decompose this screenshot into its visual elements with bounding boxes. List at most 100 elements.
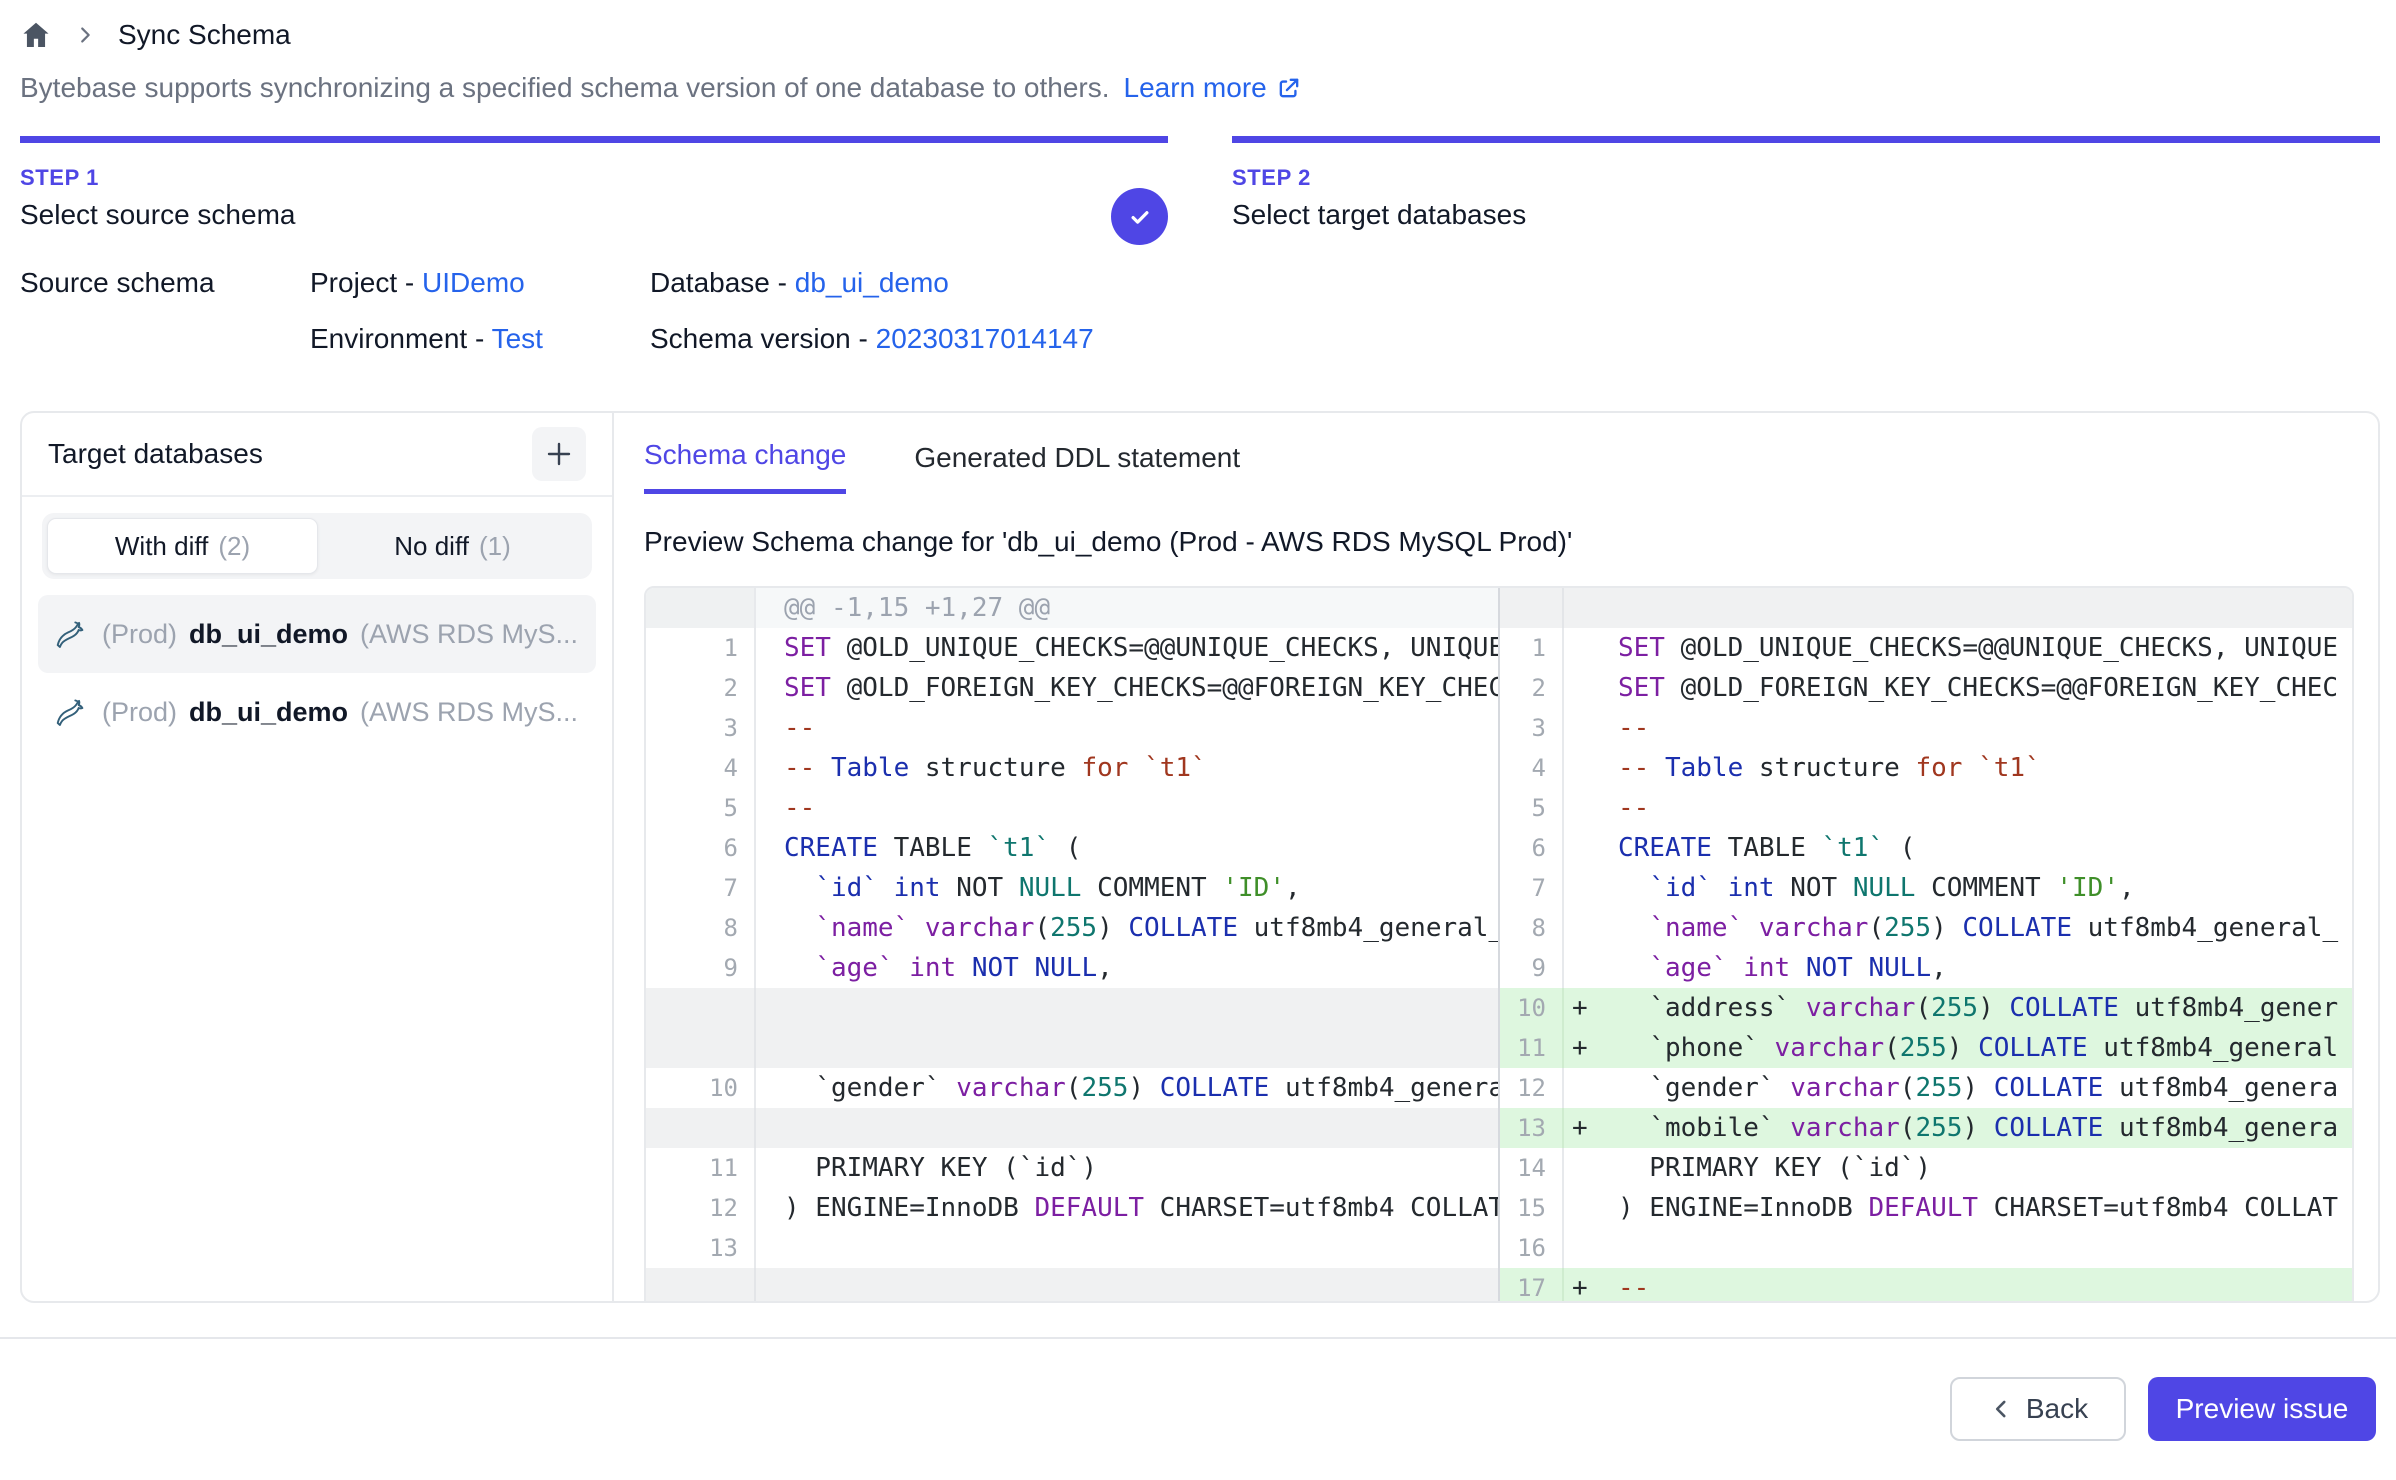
diff-code-row: 6CREATE TABLE `t1` ( <box>1500 828 2352 868</box>
diff-code-row: 8 `name` varchar(255) COLLATE utf8mb4_ge… <box>1500 908 2352 948</box>
breadcrumb: Sync Schema <box>20 12 2380 58</box>
step-2-title: Select target databases <box>1232 199 2380 231</box>
learn-more-link[interactable]: Learn more <box>1124 72 1303 104</box>
added-marker: + <box>1572 1108 1618 1148</box>
line-number: 17 <box>1500 1268 1564 1303</box>
code-line: `gender` varchar(255) COLLATE utf8mb4_ge… <box>1564 1068 2352 1108</box>
line-number: 3 <box>646 708 756 748</box>
line-number <box>646 1108 756 1148</box>
diff-placeholder-row <box>646 1028 1498 1068</box>
line-number <box>1500 588 1564 628</box>
preview-tabs: Schema change Generated DDL statement <box>644 439 2354 494</box>
line-number: 8 <box>646 908 756 948</box>
schema-diff-view: @@ -1,15 +1,27 @@1SET @OLD_UNIQUE_CHECKS… <box>644 586 2354 1303</box>
database-list: (Prod)db_ui_demo(AWS RDS MyS...(Prod)db_… <box>22 589 612 757</box>
diff-code-row: 7 `id` int NOT NULL COMMENT 'ID', <box>646 868 1498 908</box>
line-number <box>646 1028 756 1068</box>
tab-with-diff[interactable]: With diff(2) <box>47 518 318 574</box>
code-line <box>756 988 1498 1028</box>
tab-no-diff[interactable]: No diff(1) <box>318 518 587 574</box>
diff-code-row: 2SET @OLD_FOREIGN_KEY_CHECKS=@@FOREIGN_K… <box>1500 668 2352 708</box>
code-line: PRIMARY KEY (`id`) <box>1564 1148 2352 1188</box>
code-line: CREATE TABLE `t1` ( <box>756 828 1498 868</box>
line-number: 5 <box>1500 788 1564 828</box>
line-number: 13 <box>1500 1108 1564 1148</box>
line-number: 8 <box>1500 908 1564 948</box>
environment-link[interactable]: Test <box>492 323 543 354</box>
diff-code-row: 4-- Table structure for `t1` <box>646 748 1498 788</box>
source-schema-summary: Source schema Project - UIDemo Database … <box>20 267 2380 355</box>
stepper: STEP 1 Select source schema STEP 2 Selec… <box>20 136 2380 231</box>
database-link[interactable]: db_ui_demo <box>795 267 949 298</box>
code-line: CREATE TABLE `t1` ( <box>1564 828 2352 868</box>
sync-main-panel: Target databases With diff(2) No diff(1)… <box>20 411 2380 1303</box>
line-number: 1 <box>646 628 756 668</box>
database-name: db_ui_demo <box>189 697 348 728</box>
line-number: 5 <box>646 788 756 828</box>
code-line: + `phone` varchar(255) COLLATE utf8mb4_g… <box>1564 1028 2352 1068</box>
line-number: 16 <box>1500 1228 1564 1268</box>
schema-version-link[interactable]: 20230317014147 <box>876 323 1094 354</box>
diff-filter-tabs: With diff(2) No diff(1) <box>42 513 592 579</box>
description-text: Bytebase supports synchronizing a specif… <box>20 72 1110 104</box>
code-line <box>756 1108 1498 1148</box>
code-line: SET @OLD_UNIQUE_CHECKS=@@UNIQUE_CHECKS, … <box>756 628 1498 668</box>
home-icon[interactable] <box>20 19 52 51</box>
code-line: -- <box>756 708 1498 748</box>
line-number: 7 <box>1500 868 1564 908</box>
code-line: `gender` varchar(255) COLLATE utf8mb4_ge… <box>756 1068 1498 1108</box>
target-databases-panel: Target databases With diff(2) No diff(1)… <box>22 413 614 1301</box>
diff-added-row: 10+ `address` varchar(255) COLLATE utf8m… <box>1500 988 2352 1028</box>
line-number: 10 <box>646 1068 756 1108</box>
plus-icon <box>543 438 575 470</box>
back-button[interactable]: Back <box>1950 1377 2126 1441</box>
line-number: 10 <box>1500 988 1564 1028</box>
source-schema-label: Source schema <box>20 267 310 299</box>
line-number: 15 <box>1500 1188 1564 1228</box>
line-number: 12 <box>646 1188 756 1228</box>
preview-issue-button[interactable]: Preview issue <box>2148 1377 2376 1441</box>
code-line: SET @OLD_FOREIGN_KEY_CHECKS=@@FOREIGN_KE… <box>756 668 1498 708</box>
diff-added-row: 17+-- <box>1500 1268 2352 1303</box>
line-number: 6 <box>1500 828 1564 868</box>
line-number: 2 <box>1500 668 1564 708</box>
database-list-item[interactable]: (Prod) db_ui_demo (AWS RDS MyS... <box>38 673 596 751</box>
diff-code-row: 7 `id` int NOT NULL COMMENT 'ID', <box>1500 868 2352 908</box>
add-database-button[interactable] <box>532 427 586 481</box>
chevron-left-icon <box>1988 1396 2014 1422</box>
project-link[interactable]: UIDemo <box>422 267 525 298</box>
tab-generated-ddl-statement[interactable]: Generated DDL statement <box>914 439 1240 494</box>
line-number: 12 <box>1500 1068 1564 1108</box>
schema-preview-panel: Schema change Generated DDL statement Pr… <box>614 413 2378 1301</box>
source-schema-version-field: Schema version - 20230317014147 <box>650 323 2380 355</box>
database-name: db_ui_demo <box>189 619 348 650</box>
diff-hunk-header-row: @@ -1,15 +1,27 @@ <box>646 588 1498 628</box>
code-line: `id` int NOT NULL COMMENT 'ID', <box>1564 868 2352 908</box>
line-number: 13 <box>646 1228 756 1268</box>
database-environment: (Prod) <box>102 697 177 728</box>
code-line: -- <box>1564 708 2352 748</box>
code-line: + `address` varchar(255) COLLATE utf8mb4… <box>1564 988 2352 1028</box>
step-1-progress-bar <box>20 136 1168 143</box>
diff-added-row: 11+ `phone` varchar(255) COLLATE utf8mb4… <box>1500 1028 2352 1068</box>
line-number <box>646 988 756 1028</box>
code-line <box>756 1228 1498 1268</box>
database-list-item[interactable]: (Prod)db_ui_demo(AWS RDS MyS... <box>38 595 596 673</box>
step-2-label: STEP 2 <box>1232 165 2380 191</box>
diff-code-row: 9 `age` int NOT NULL, <box>646 948 1498 988</box>
line-number: 9 <box>1500 948 1564 988</box>
code-line: `age` int NOT NULL, <box>1564 948 2352 988</box>
diff-code-row: 2SET @OLD_FOREIGN_KEY_CHECKS=@@FOREIGN_K… <box>646 668 1498 708</box>
tab-schema-change[interactable]: Schema change <box>644 439 846 494</box>
diff-placeholder-row <box>646 988 1498 1028</box>
diff-code-row: 3-- <box>1500 708 2352 748</box>
diff-code-row: 8 `name` varchar(255) COLLATE utf8mb4_ge… <box>646 908 1498 948</box>
database-instance: (AWS RDS MyS... <box>360 619 578 650</box>
line-number: 14 <box>1500 1148 1564 1188</box>
mysql-icon <box>52 693 90 731</box>
code-line: SET @OLD_UNIQUE_CHECKS=@@UNIQUE_CHECKS, … <box>1564 628 2352 668</box>
preview-title: Preview Schema change for 'db_ui_demo (P… <box>644 526 2354 558</box>
database-instance: (AWS RDS MyS... <box>360 697 578 728</box>
added-marker: + <box>1572 1028 1618 1068</box>
diff-right-pane: 1SET @OLD_UNIQUE_CHECKS=@@UNIQUE_CHECKS,… <box>1500 588 2352 1303</box>
